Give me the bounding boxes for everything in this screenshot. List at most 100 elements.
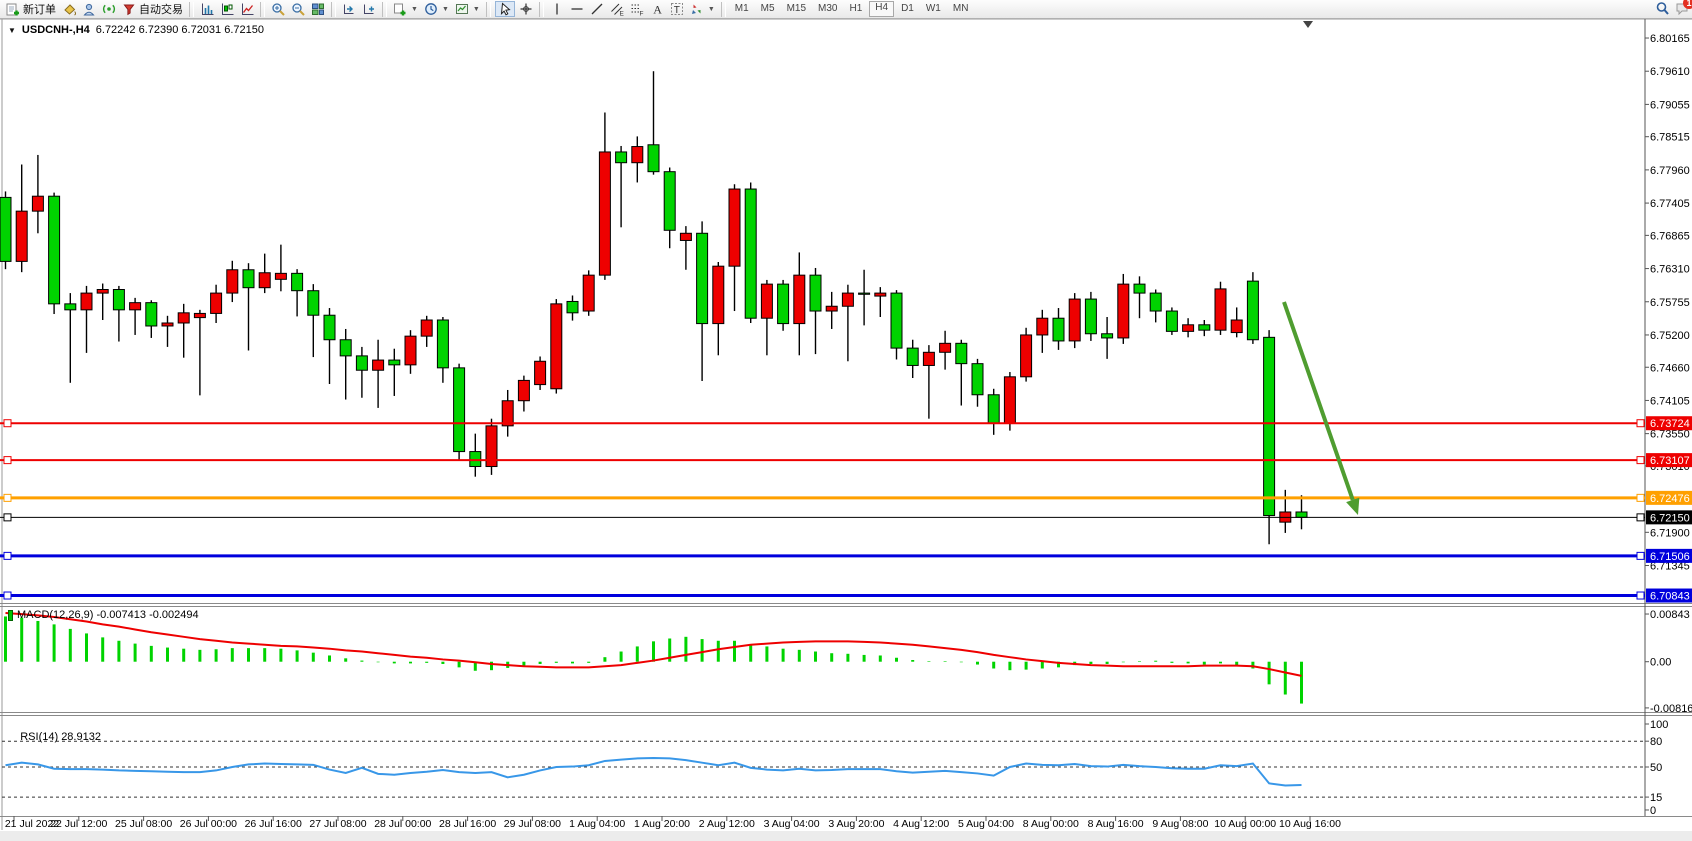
line-anchor-handle[interactable] <box>4 592 11 599</box>
candle-body <box>1215 289 1226 330</box>
search-button[interactable] <box>1655 1 1669 20</box>
new-order-icon <box>6 2 20 16</box>
profile-button[interactable] <box>80 1 98 17</box>
indicators-button[interactable]: ▼ <box>391 1 420 17</box>
timeframe-M15-button[interactable]: M15 <box>782 2 811 16</box>
line-anchor-handle[interactable] <box>1637 552 1644 559</box>
date-tick-label: 3 Aug 04:00 <box>764 818 820 830</box>
svg-text:T: T <box>674 5 680 16</box>
zoom-in-icon <box>271 2 285 16</box>
line-chart-button[interactable] <box>238 1 256 17</box>
line-anchor-handle[interactable] <box>4 457 11 464</box>
timeframe-M30-button[interactable]: M30 <box>813 2 842 16</box>
styles-bucket-button[interactable] <box>60 1 78 17</box>
candle-body <box>389 360 400 365</box>
cursor-button[interactable] <box>495 1 515 17</box>
candle-body <box>826 306 837 311</box>
candle-body <box>243 270 254 288</box>
timeframe-M5-button[interactable]: M5 <box>756 2 780 16</box>
signal-button[interactable] <box>100 1 118 17</box>
line-anchor-handle[interactable] <box>1637 457 1644 464</box>
line-anchor-handle[interactable] <box>1637 514 1644 521</box>
candle-body <box>567 301 578 312</box>
timeframe-H4-button[interactable]: H4 <box>869 1 894 17</box>
price-level-text: 6.70843 <box>1650 591 1690 603</box>
line-anchor-handle[interactable] <box>1637 420 1644 427</box>
candle-body <box>1085 299 1096 334</box>
horizontal-line-button[interactable] <box>568 1 586 17</box>
autotrade-button[interactable]: 自动交易 <box>120 1 185 17</box>
candle-body <box>1102 334 1113 338</box>
line-anchor-handle[interactable] <box>4 514 11 521</box>
text-button[interactable]: A <box>648 1 666 17</box>
text-label-button[interactable]: T <box>668 1 686 17</box>
candle-body <box>130 303 141 310</box>
new-order-button[interactable]: 新订单 <box>4 1 58 17</box>
price-level-text: 6.72150 <box>1650 512 1690 524</box>
candle-body <box>178 313 189 323</box>
chart-background <box>0 19 1692 841</box>
candle-body <box>211 293 222 313</box>
candle-body <box>437 320 448 368</box>
date-tick-label: 3 Aug 20:00 <box>828 818 884 830</box>
indicators-icon <box>393 2 407 16</box>
arrows-button[interactable]: ▼ <box>688 1 717 17</box>
chart-area[interactable]: 6.801656.796106.790556.785156.779606.774… <box>0 0 1692 841</box>
candle-body <box>1004 377 1015 424</box>
rsi-label-text: RSI(14) 28.9132 <box>20 731 101 743</box>
zoom-in-button[interactable] <box>269 1 287 17</box>
vertical-line-button[interactable] <box>548 1 566 17</box>
candlestick-button[interactable] <box>218 1 236 17</box>
fibonacci-icon: F <box>630 2 644 16</box>
candle-body <box>697 233 708 323</box>
candle-body <box>907 348 918 365</box>
line-anchor-handle[interactable] <box>4 494 11 501</box>
timeframe-H1-button[interactable]: H1 <box>844 2 867 16</box>
candle-body <box>292 273 303 290</box>
periods-button[interactable]: ▼ <box>422 1 451 17</box>
trendline-icon <box>590 2 604 16</box>
chevron-down-icon[interactable]: ▼ <box>8 26 16 35</box>
crosshair-icon <box>519 2 533 16</box>
rsi-tick-label: 100 <box>1650 719 1668 731</box>
toolbar-separator <box>189 2 194 17</box>
chart-shift-button[interactable] <box>340 1 358 17</box>
toolbar-separator <box>331 2 336 17</box>
date-tick-label: 28 Jul 00:00 <box>374 818 431 830</box>
styles-bucket-icon <box>62 2 76 16</box>
text-icon: A <box>650 2 664 16</box>
notifications-button[interactable]: 1 <box>1675 1 1689 20</box>
bar-chart-button[interactable] <box>198 1 216 17</box>
line-anchor-handle[interactable] <box>1637 592 1644 599</box>
fibonacci-button[interactable]: F <box>628 1 646 17</box>
candle-body <box>194 313 205 317</box>
mt4-window: 新订单自动交易▼▼▼EFAT▼M1M5M15M30H1H4D1W1MN1 6.8… <box>0 0 1692 841</box>
candle-body <box>1231 320 1242 333</box>
date-tick-label: 26 Jul 16:00 <box>245 818 302 830</box>
candle-body <box>940 343 951 352</box>
templates-button[interactable]: ▼ <box>453 1 482 17</box>
trendline-button[interactable] <box>588 1 606 17</box>
timeframe-MN-button[interactable]: MN <box>948 2 974 16</box>
line-anchor-handle[interactable] <box>1637 494 1644 501</box>
rsi-tick-label: 0 <box>1650 805 1656 817</box>
crosshair-button[interactable] <box>517 1 535 17</box>
notification-badge: 1 <box>1683 0 1692 9</box>
chart-autoscroll-button[interactable] <box>360 1 378 17</box>
timeframe-W1-button[interactable]: W1 <box>921 2 946 16</box>
rsi-indicator-label: RSI(14) 28.9132 <box>8 719 101 755</box>
toolbar-separator <box>539 2 544 17</box>
line-anchor-handle[interactable] <box>4 420 11 427</box>
equidistant-channel-button[interactable]: E <box>608 1 626 17</box>
timeframe-D1-button[interactable]: D1 <box>896 2 919 16</box>
zoom-out-button[interactable] <box>289 1 307 17</box>
price-tick-label: 6.80165 <box>1650 33 1690 45</box>
svg-text:F: F <box>639 11 643 17</box>
candle-body <box>680 233 691 240</box>
candle-body <box>421 320 432 336</box>
tile-windows-button[interactable] <box>309 1 327 17</box>
date-tick-label: 9 Aug 08:00 <box>1152 818 1208 830</box>
line-anchor-handle[interactable] <box>4 552 11 559</box>
timeframe-M1-button[interactable]: M1 <box>730 2 754 16</box>
candle-body <box>113 290 124 310</box>
